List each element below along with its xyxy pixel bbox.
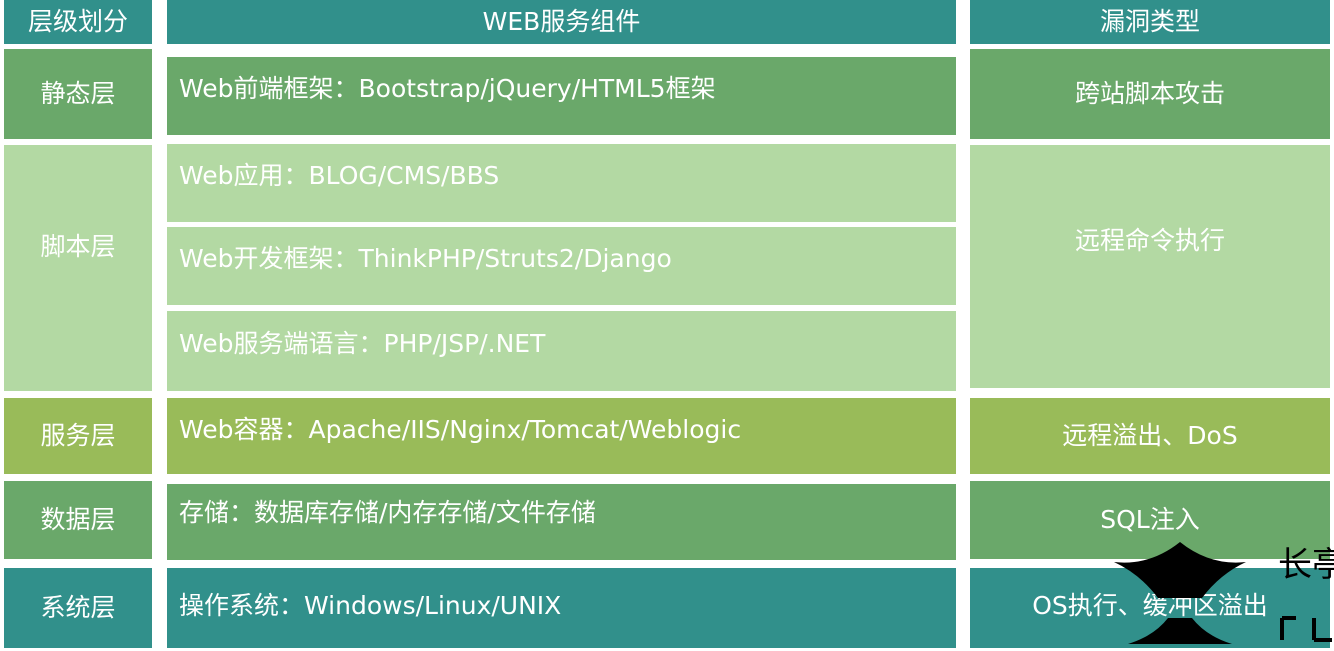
watermark-text: 长亭 <box>1278 545 1334 585</box>
layer-static: 静态层 <box>4 49 152 139</box>
component-storage: 存储：数据库存储/内存存储/文件存储 <box>167 484 956 560</box>
layer-system: 系统层 <box>4 568 152 648</box>
component-web-container: Web容器：Apache/IIS/Nginx/Tomcat/Weblogic <box>167 398 956 474</box>
component-dev-framework: Web开发框架：ThinkPHP/Struts2/Django <box>167 227 956 305</box>
header-component: WEB服务组件 <box>167 0 956 44</box>
layer-service: 服务层 <box>4 398 152 474</box>
component-frontend-framework: Web前端框架：Bootstrap/jQuery/HTML5框架 <box>167 57 956 135</box>
header-vuln: 漏洞类型 <box>970 0 1330 44</box>
component-web-app: Web应用：BLOG/CMS/BBS <box>167 144 956 222</box>
layer-script: 脚本层 <box>4 145 152 391</box>
vuln-rce: 远程命令执行 <box>970 145 1330 388</box>
component-os: 操作系统：Windows/Linux/UNIX <box>167 568 956 648</box>
header-layer: 层级划分 <box>4 0 152 44</box>
component-server-language: Web服务端语言：PHP/JSP/.NET <box>167 311 956 391</box>
vuln-xss: 跨站脚本攻击 <box>970 49 1330 139</box>
layer-data: 数据层 <box>4 481 152 559</box>
vuln-remote-overflow-dos: 远程溢出、DoS <box>970 398 1330 474</box>
pagoda-roof-logo-icon: 长亭 <box>1114 542 1334 644</box>
